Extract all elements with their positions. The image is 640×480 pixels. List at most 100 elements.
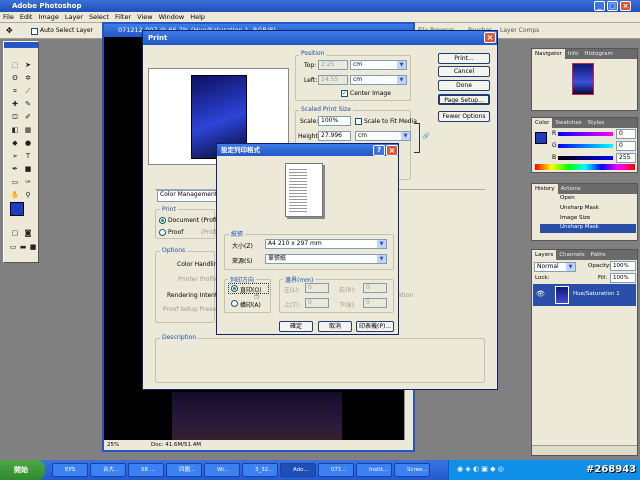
foreground-color-swatch[interactable] [10, 202, 24, 216]
layer-row[interactable]: 👁 Hue/Saturation 1 [533, 284, 636, 306]
type-tool-icon[interactable]: T [22, 151, 34, 162]
blur-tool-icon[interactable]: ◆ [9, 138, 21, 149]
healing-brush-icon[interactable]: ✚ [9, 99, 21, 110]
lasso-tool-icon[interactable]: ʘ [9, 73, 21, 84]
close-icon[interactable]: × [620, 1, 631, 11]
printer-button[interactable]: 印表機(P)... [356, 321, 394, 332]
menu-file[interactable]: File [0, 12, 17, 23]
taskbar-item[interactable]: EPS [52, 463, 88, 477]
channel-b-slider[interactable] [558, 156, 613, 160]
screen-mode-full-icon[interactable]: ■ [27, 242, 39, 253]
tab-histogram[interactable]: Histogram [581, 49, 616, 59]
move-tool-icon[interactable]: ➤ [22, 60, 34, 71]
history-brush-icon[interactable]: ✐ [22, 112, 34, 123]
tab-layers[interactable]: Layers [532, 250, 557, 260]
history-item[interactable]: Unsharp Mask [560, 205, 599, 211]
margin-top-field[interactable]: 0 [305, 298, 329, 308]
zoom-tool-icon[interactable]: ⚲ [22, 190, 34, 201]
pen-tool-icon[interactable]: ✒ [9, 164, 21, 175]
shape-tool-icon[interactable]: ■ [22, 164, 34, 175]
tab-history[interactable]: History [532, 184, 558, 194]
print-button[interactable]: Print... [438, 53, 490, 64]
taskbar-item[interactable]: 58 ... [128, 463, 164, 477]
channel-r-value[interactable]: 0 [616, 129, 636, 139]
done-button[interactable]: Done [438, 80, 490, 91]
tab-layer-comps[interactable]: Layer Comps [500, 27, 539, 34]
history-item-selected[interactable]: Unsharp Mask [540, 224, 636, 233]
cancel-button[interactable]: 取消 [318, 321, 352, 332]
navigator-thumbnail[interactable] [572, 63, 594, 95]
taskbar-item[interactable]: 071... [318, 463, 354, 477]
left-unit-select[interactable]: cm ▼ [350, 75, 407, 85]
tab-styles[interactable]: Styles [585, 118, 608, 128]
color-management-select[interactable]: Color Management [157, 190, 219, 202]
eyedropper-icon[interactable]: ✑ [22, 177, 34, 188]
fewer-options-button[interactable]: Fewer Options [438, 111, 490, 122]
zoom-level[interactable]: 25% [107, 442, 119, 448]
tray-icons[interactable]: ◉ ◈ ◐ ▣ ◆ ◎ [457, 465, 504, 473]
crop-tool-icon[interactable]: ⌗ [9, 86, 21, 97]
color-ramp[interactable] [535, 164, 635, 170]
paper-source-select[interactable]: 單張紙 ▼ [265, 254, 387, 264]
taskbar-item[interactable]: 四圖... [166, 463, 202, 477]
left-field[interactable]: 14.55 [318, 75, 348, 85]
standard-mode-icon[interactable]: ▢ [9, 228, 21, 239]
height-field[interactable]: 27.996 [318, 131, 351, 141]
quickmask-mode-icon[interactable]: ◙ [22, 228, 34, 239]
tab-paths[interactable]: Paths [588, 250, 609, 260]
tab-channels[interactable]: Channels [556, 250, 587, 260]
paper-size-select[interactable]: A4 210 x 297 mm ▼ [265, 239, 387, 249]
history-item[interactable]: Image Size [560, 215, 590, 221]
scale-to-fit-checkbox[interactable] [355, 118, 362, 125]
toolbox-grip[interactable] [4, 42, 38, 48]
taskbar-item[interactable]: 3_32... [242, 463, 278, 477]
magic-wand-icon[interactable]: ✲ [22, 73, 34, 84]
top-field[interactable]: 2.25 [318, 60, 348, 70]
taskbar-item[interactable]: Instit... [356, 463, 392, 477]
clone-stamp-icon[interactable]: ⛋ [9, 112, 21, 123]
color-foreground-swatch[interactable] [535, 132, 547, 144]
brush-tool-icon[interactable]: ✎ [22, 99, 34, 110]
taskbar-item-active[interactable]: Ado... [280, 463, 316, 477]
height-unit-select[interactable]: cm ▼ [355, 131, 411, 141]
top-unit-select[interactable]: cm ▼ [350, 60, 407, 70]
gradient-tool-icon[interactable]: ▦ [22, 125, 34, 136]
margin-right-field[interactable]: 0 [363, 283, 387, 293]
blend-mode-select[interactable]: Normal ▼ [534, 262, 576, 272]
eye-icon[interactable]: 👁 [536, 290, 545, 298]
opacity-field[interactable]: 100% [610, 261, 636, 271]
portrait-radio[interactable] [231, 285, 238, 292]
ok-button[interactable]: 確定 [279, 321, 313, 332]
center-image-checkbox[interactable]: ✓ [341, 90, 348, 97]
channel-g-slider[interactable] [558, 144, 613, 148]
scale-field[interactable]: 100% [318, 116, 351, 126]
eraser-tool-icon[interactable]: ◧ [9, 125, 21, 136]
slice-tool-icon[interactable]: ⟋ [22, 86, 34, 97]
tab-navigator[interactable]: Navigator [532, 49, 565, 59]
landscape-radio[interactable] [231, 300, 238, 307]
help-icon[interactable]: ? [373, 145, 385, 156]
marquee-tool-icon[interactable]: ⬚ [9, 60, 21, 71]
dodge-tool-icon[interactable]: ● [22, 138, 34, 149]
taskbar-item[interactable]: Scree... [394, 463, 430, 477]
menu-image[interactable]: Image [35, 12, 61, 23]
cancel-button[interactable]: Cancel [438, 66, 490, 77]
hand-tool-icon[interactable]: ✋ [9, 190, 21, 201]
tab-swatches[interactable]: Swatches [552, 118, 584, 128]
close-icon[interactable]: × [484, 32, 496, 43]
margin-left-field[interactable]: 0 [305, 283, 329, 293]
minimize-icon[interactable]: _ [594, 1, 605, 11]
doc-info[interactable]: Doc: 41.6M/51.4M [151, 442, 201, 448]
start-button[interactable]: 開始 [0, 460, 45, 480]
tab-color[interactable]: Color [532, 118, 553, 128]
layer-name[interactable]: Hue/Saturation 1 [573, 291, 620, 297]
history-item[interactable]: Open [560, 195, 575, 201]
margin-bottom-field[interactable]: 0 [363, 298, 387, 308]
page-setup-button[interactable]: Page Setup... [438, 94, 490, 105]
taskbar-item[interactable]: 台大... [90, 463, 126, 477]
tab-info[interactable]: Info [565, 49, 581, 59]
close-icon[interactable]: × [386, 145, 398, 156]
path-select-icon[interactable]: ➢ [9, 151, 21, 162]
channel-r-slider[interactable] [558, 132, 613, 136]
channel-b-value[interactable]: 255 [616, 153, 636, 163]
